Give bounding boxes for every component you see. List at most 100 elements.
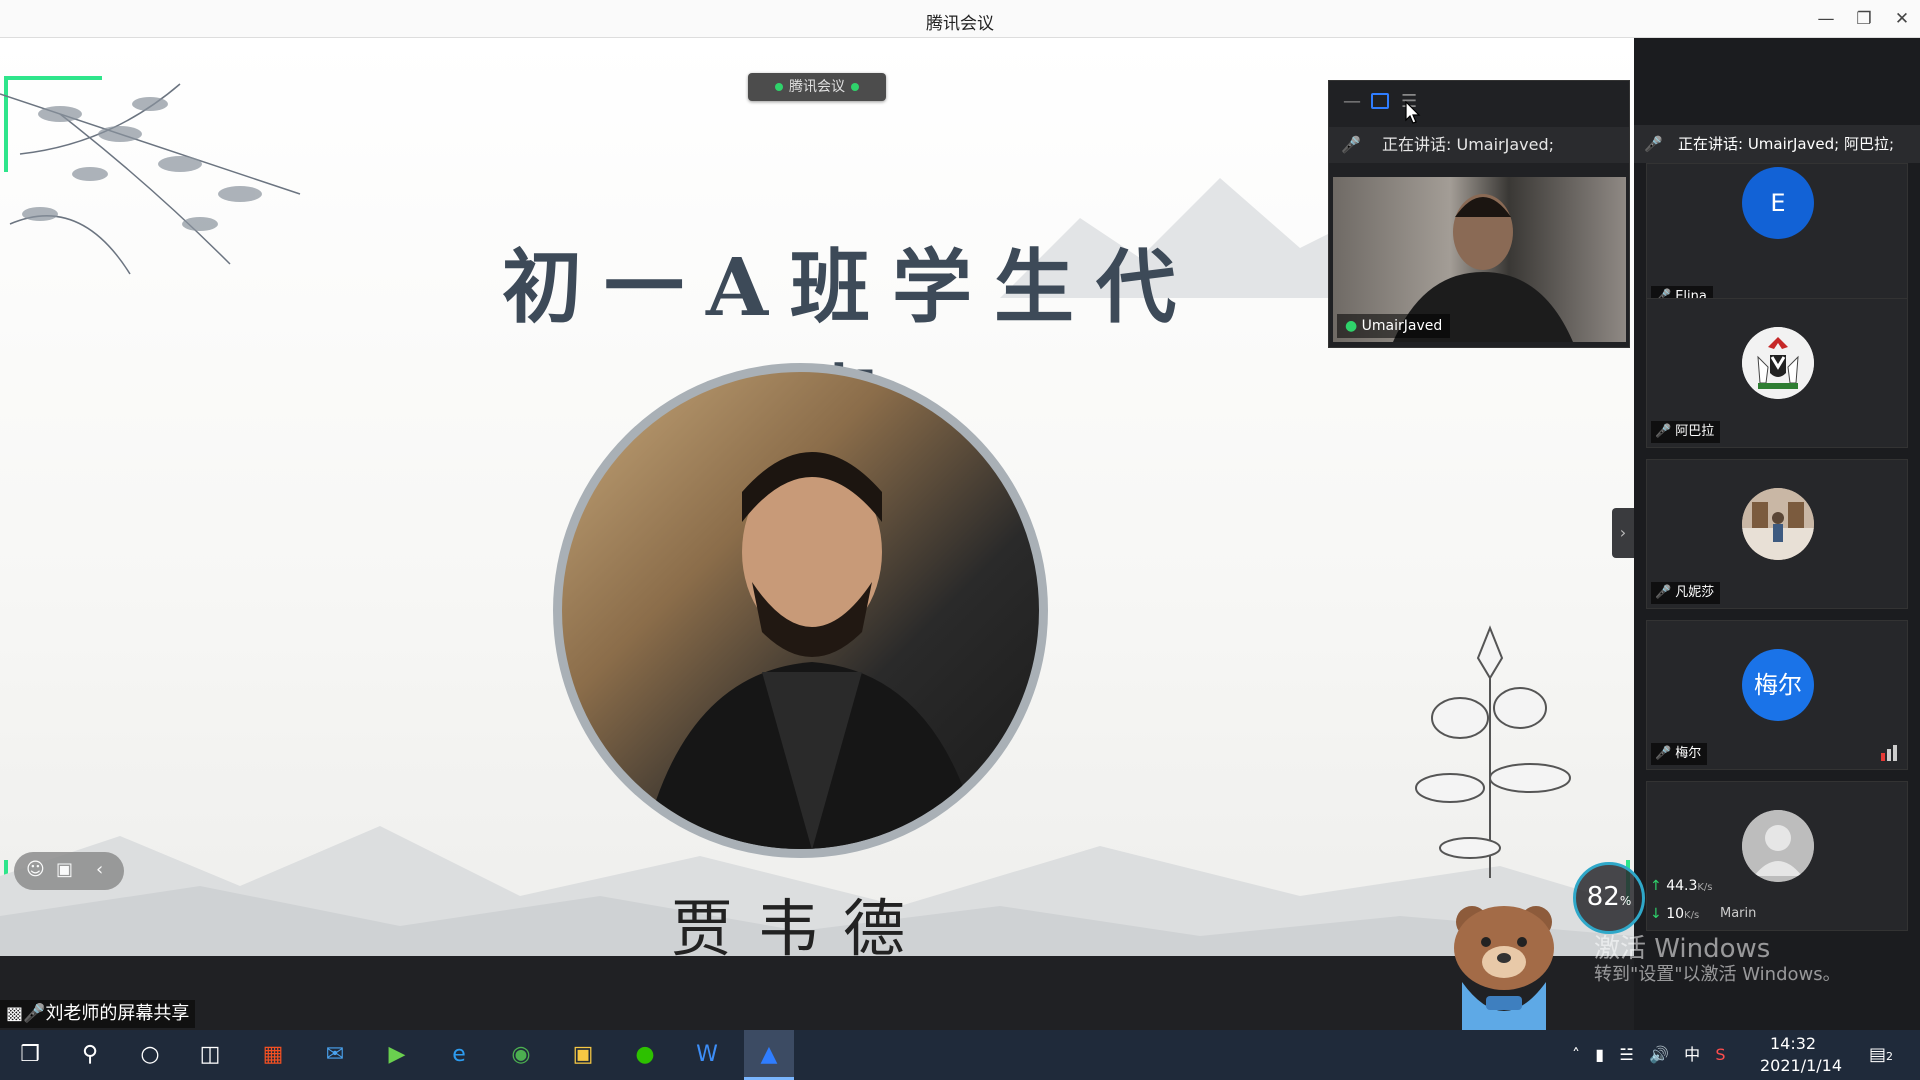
notification-center-button[interactable]: ▤2 xyxy=(1866,1040,1896,1070)
default-user-icon xyxy=(1742,810,1814,882)
close-button[interactable]: ✕ xyxy=(1888,6,1916,32)
avatar xyxy=(1742,488,1814,560)
floating-speaker-window[interactable]: — ☰ 🎤 正在讲话: UmairJaved; ● UmairJaved xyxy=(1328,80,1630,348)
participant-tile[interactable]: 🎤 凡妮莎 xyxy=(1646,459,1908,609)
floating-window-controls: — ☰ xyxy=(1329,81,1629,127)
collapse-panel-button[interactable]: › xyxy=(1612,508,1634,558)
meeting-tag-label: 腾讯会议 xyxy=(789,79,845,95)
mail-icon: ✉ xyxy=(325,1042,345,1067)
download-value: 10 xyxy=(1666,906,1685,922)
tencent-meeting-icon: ▲ xyxy=(760,1042,778,1067)
chat-icon[interactable]: ▣ xyxy=(56,859,73,880)
tencent-meeting-button[interactable]: ▲ xyxy=(744,1030,794,1080)
participant-tile[interactable]: E 🎤 Elina xyxy=(1646,163,1908,313)
restore-button[interactable]: ❐ xyxy=(1850,6,1878,32)
clock-date[interactable]: 2021/1/14 xyxy=(1760,1056,1842,1075)
clock-time[interactable]: 14:32 xyxy=(1770,1034,1816,1053)
chevron-left-icon[interactable]: ‹ xyxy=(96,859,103,880)
store-button[interactable]: ▦ xyxy=(248,1030,298,1080)
volume-icon[interactable]: 🔊 xyxy=(1649,1045,1669,1064)
avatar: 梅尔 xyxy=(1742,649,1814,721)
network-icon[interactable]: ☱ xyxy=(1619,1045,1633,1064)
cortana-button[interactable]: ○ xyxy=(125,1030,175,1080)
participant-name: Marin xyxy=(1720,906,1757,921)
speaking-text: 正在讲话: UmairJaved; xyxy=(1382,135,1554,154)
speaking-indicator: 🎤 正在讲话: UmairJaved; xyxy=(1329,127,1629,163)
microphone-icon: 🎤 xyxy=(1655,424,1672,439)
edge-icon: e xyxy=(452,1042,466,1067)
folder-icon: ▣ xyxy=(572,1042,594,1067)
participant-name: 阿巴拉 xyxy=(1675,424,1715,439)
search-icon: ⚲ xyxy=(81,1042,99,1067)
arrow-down-icon: ↓ xyxy=(1650,906,1662,922)
upload-speed: ↑ 44.3K/s xyxy=(1650,878,1713,894)
minimize-icon[interactable]: — xyxy=(1343,91,1361,112)
participant-tile[interactable]: 梅尔 🎤 梅尔 xyxy=(1646,620,1908,770)
window-title-bar: 腾讯会议 — ❐ ✕ xyxy=(0,0,1920,38)
search-button[interactable]: ⚲ xyxy=(65,1030,115,1080)
window-mode-icon[interactable] xyxy=(1371,93,1389,109)
sogou-ime-icon[interactable]: S xyxy=(1715,1045,1725,1064)
screen-share-label: ▩🎤刘老师的屏幕共享 xyxy=(0,1000,196,1028)
floating-toolbar: ☺ ▣ ‹ xyxy=(14,852,124,890)
screen-share-icon: ▩ xyxy=(6,1003,24,1024)
mail-button[interactable]: ✉ xyxy=(310,1030,360,1080)
emoji-icon[interactable]: ☺ xyxy=(26,859,45,880)
photo-avatar-icon xyxy=(1742,488,1814,560)
ime-indicator[interactable]: 中 xyxy=(1684,1045,1700,1064)
student-name: 贾韦德 xyxy=(670,892,929,956)
person-photo xyxy=(642,452,982,849)
coat-of-arms-icon xyxy=(1742,327,1814,399)
speaker-video[interactable]: ● UmairJaved xyxy=(1333,177,1626,342)
flower-decoration xyxy=(1415,625,1571,878)
task-view-button[interactable]: ◫ xyxy=(185,1030,235,1080)
wps-button[interactable]: W xyxy=(682,1030,732,1080)
battery-icon[interactable]: ▮ xyxy=(1595,1045,1604,1064)
video-player-button[interactable]: ▶ xyxy=(372,1030,422,1080)
chevron-right-icon: › xyxy=(1619,523,1627,542)
chevron-up-icon[interactable]: ˄ xyxy=(1572,1045,1580,1064)
video-name: UmairJaved xyxy=(1361,318,1443,334)
microphone-muted-icon: 🎤 xyxy=(1644,135,1663,153)
cortana-icon: ○ xyxy=(140,1042,160,1067)
wps-icon: W xyxy=(696,1042,718,1067)
usage-percent-unit: % xyxy=(1619,894,1632,908)
avatar xyxy=(1742,327,1814,399)
signal-dot-icon xyxy=(775,83,783,91)
browser-button[interactable]: ◉ xyxy=(496,1030,546,1080)
globe-icon: ◉ xyxy=(511,1042,531,1067)
avatar xyxy=(1742,810,1814,882)
microphone-muted-icon: 🎤 xyxy=(1655,746,1672,761)
download-speed: ↓ 10K/s xyxy=(1650,906,1699,922)
activate-windows-subtitle: 转到"设置"以激活 Windows。 xyxy=(1594,964,1841,985)
system-tray: ˄ ▮ ☱ 🔊 中 S xyxy=(1572,1030,1726,1080)
panel-speaking-indicator: 🎤 正在讲话: UmairJaved; 阿巴拉; xyxy=(1634,125,1920,163)
store-icon: ▦ xyxy=(262,1042,284,1067)
leaf-decoration xyxy=(0,83,301,275)
panel-speaking-text: 正在讲话: UmairJaved; 阿巴拉; xyxy=(1678,135,1895,153)
edge-button[interactable]: e xyxy=(434,1030,484,1080)
share-label-text: 刘老师的屏幕共享 xyxy=(45,1003,190,1024)
app-title: 腾讯会议 xyxy=(926,14,994,34)
file-explorer-button[interactable]: ▣ xyxy=(558,1030,608,1080)
mouse-cursor-icon xyxy=(1405,101,1421,124)
microphone-muted-icon: 🎤 xyxy=(1655,585,1672,600)
microphone-icon: 🎤 xyxy=(23,1003,46,1024)
close-icon: ✕ xyxy=(1894,9,1910,29)
notification-icon: ▤ xyxy=(1868,1044,1886,1065)
wechat-icon: ● xyxy=(635,1042,655,1067)
minimize-button[interactable]: — xyxy=(1812,6,1840,32)
windows-logo-icon: ❒ xyxy=(20,1042,40,1067)
windows-taskbar: ❒ ⚲ ○ ◫ ▦ ✉ ▶ e ◉ ▣ ● W ▲ ˄ ▮ ☱ 🔊 中 S 14… xyxy=(0,1030,1920,1080)
meeting-tag: 腾讯会议 xyxy=(748,73,886,101)
participant-tile[interactable]: 🎤 阿巴拉 xyxy=(1646,298,1908,448)
wechat-button[interactable]: ● xyxy=(620,1030,670,1080)
start-button[interactable]: ❒ xyxy=(5,1030,55,1080)
task-view-icon: ◫ xyxy=(199,1042,221,1067)
avatar: E xyxy=(1742,167,1814,239)
usage-percent: 82 xyxy=(1586,882,1620,912)
status-dot-icon xyxy=(851,83,859,91)
notification-count: 2 xyxy=(1886,1050,1893,1063)
upload-value: 44.3 xyxy=(1666,878,1698,894)
arrow-up-icon: ↑ xyxy=(1650,878,1662,894)
